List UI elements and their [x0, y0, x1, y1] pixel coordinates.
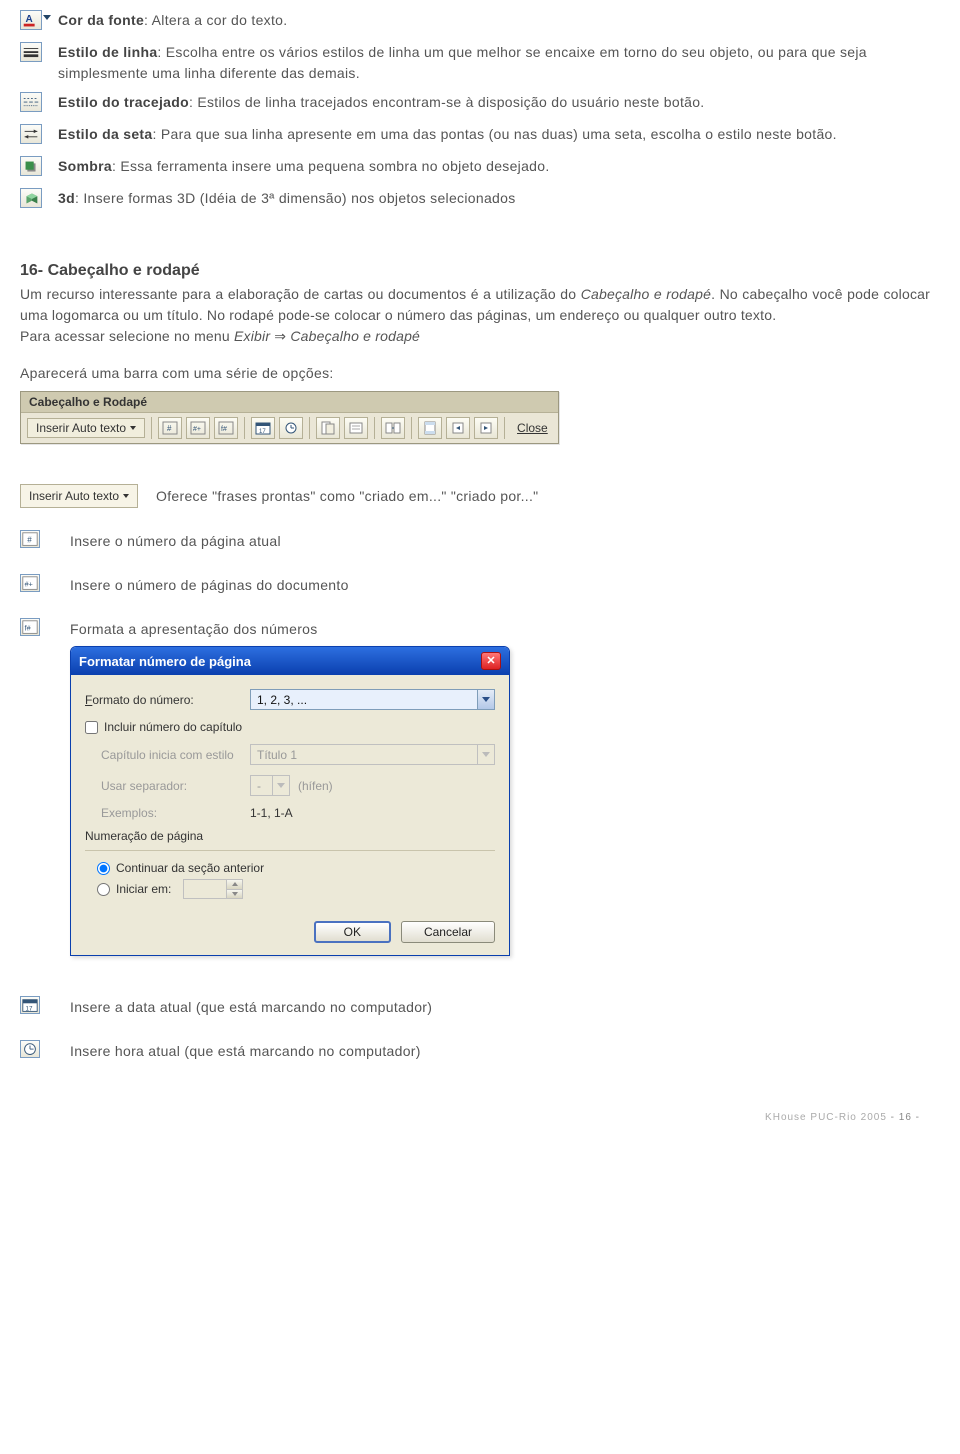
- show-hide-text-icon[interactable]: [344, 417, 368, 439]
- insert-page-number-icon[interactable]: #: [158, 417, 182, 439]
- page-setup-icon[interactable]: [316, 417, 340, 439]
- def-text: Sombra: Essa ferramenta insere uma peque…: [58, 156, 930, 177]
- show-previous-icon[interactable]: [446, 417, 470, 439]
- icon-desc: Insere o número da página atual: [70, 531, 930, 552]
- insert-date-icon[interactable]: 17: [251, 417, 275, 439]
- dialog-close-button[interactable]: ✕: [481, 652, 501, 670]
- svg-text:#+: #+: [25, 580, 33, 589]
- insert-autotext-button[interactable]: Inserir Auto texto: [20, 484, 138, 508]
- separator-combo: -: [250, 775, 290, 796]
- icon-desc: Insere hora atual (que está marcando no …: [70, 1041, 930, 1062]
- chapter-style-combo: Título 1: [250, 744, 495, 765]
- def-text: Estilo da seta: Para que sua linha apres…: [58, 124, 930, 145]
- cancel-button[interactable]: Cancelar: [401, 921, 495, 943]
- examples-label: Exemplos:: [85, 806, 250, 820]
- show-next-icon[interactable]: [474, 417, 498, 439]
- insert-time-icon[interactable]: [279, 417, 303, 439]
- icon-desc: Insere a data atual (que está marcando n…: [70, 997, 930, 1018]
- svg-text:#: #: [167, 424, 172, 433]
- same-as-previous-icon[interactable]: [381, 417, 405, 439]
- three-d-icon: [20, 188, 42, 208]
- icon-desc: Insere o número de páginas do documento: [70, 575, 930, 596]
- start-at-spinner[interactable]: [183, 879, 243, 899]
- examples-value: 1-1, 1-A: [250, 806, 293, 820]
- dialog-title: Formatar número de página: [79, 654, 251, 669]
- toolbar-close-button[interactable]: Close: [517, 421, 548, 435]
- autotext-description: Oferece "frases prontas" como "criado em…: [156, 486, 930, 507]
- def-text: Cor da fonte: Altera a cor do texto.: [58, 10, 930, 31]
- svg-text:17: 17: [259, 429, 266, 435]
- number-format-combo[interactable]: 1, 2, 3, ...: [250, 689, 495, 710]
- format-page-number-icon[interactable]: f#: [214, 417, 238, 439]
- header-footer-toolbar: Cabeçalho e Rodapé Inserir Auto texto # …: [20, 391, 559, 444]
- icon-desc: Formata a apresentação dos números: [70, 619, 930, 640]
- dash-style-icon: [20, 92, 42, 112]
- format-page-number-dialog: Formatar número de página ✕ Formato do n…: [70, 646, 510, 956]
- include-chapter-checkbox[interactable]: [85, 721, 98, 734]
- continue-section-radio[interactable]: [97, 862, 110, 875]
- insert-date-icon: 17: [20, 996, 40, 1014]
- svg-text:#: #: [27, 536, 32, 545]
- include-chapter-label: Incluir número do capítulo: [104, 720, 242, 734]
- svg-text:f#: f#: [25, 624, 31, 633]
- section-heading: 16- Cabeçalho e rodapé: [20, 262, 930, 280]
- svg-text:17: 17: [25, 1005, 32, 1012]
- separator-hint: (hífen): [298, 779, 333, 793]
- def-text: Estilo de linha: Escolha entre os vários…: [58, 42, 930, 84]
- format-page-number-icon: f#: [20, 618, 40, 636]
- page-footer: KHouse PUC-Rio 2005 - 16 -: [20, 1112, 930, 1123]
- svg-text:f#: f#: [221, 426, 227, 433]
- ok-button[interactable]: OK: [314, 921, 391, 943]
- continue-section-label: Continuar da seção anterior: [116, 861, 264, 875]
- insert-page-number-icon: #: [20, 530, 40, 548]
- svg-text:#+: #+: [193, 426, 201, 433]
- def-text: 3d: Insere formas 3D (Idéia de 3ª dimens…: [58, 188, 930, 209]
- start-at-label: Iniciar em:: [116, 882, 171, 896]
- switch-header-footer-icon[interactable]: [418, 417, 442, 439]
- start-at-radio[interactable]: [97, 883, 110, 896]
- section-paragraph: Um recurso interessante para a elaboraçã…: [20, 284, 930, 326]
- toolbar-title: Cabeçalho e Rodapé: [21, 392, 558, 413]
- insert-autotext-button[interactable]: Inserir Auto texto: [27, 418, 145, 438]
- separator-label: Usar separador:: [85, 779, 250, 793]
- appear-label: Aparecerá uma barra com uma série de opç…: [20, 365, 930, 381]
- section-paragraph: Para acessar selecione no menu Exibir ⇒ …: [20, 326, 930, 347]
- svg-text:A: A: [26, 14, 33, 25]
- number-format-label: Formato do número:: [85, 693, 250, 707]
- insert-page-count-icon: #+: [20, 574, 40, 592]
- shadow-icon: [20, 156, 42, 176]
- font-color-icon: A: [20, 10, 42, 30]
- insert-page-count-icon[interactable]: #+: [186, 417, 210, 439]
- chapter-starts-label: Capítulo inicia com estilo: [85, 748, 250, 762]
- page-numbering-group-label: Numeração de página: [85, 829, 203, 843]
- def-text: Estilo do tracejado: Estilos de linha tr…: [58, 92, 930, 113]
- insert-time-icon: [20, 1040, 40, 1058]
- arrow-style-icon: [20, 124, 42, 144]
- line-style-icon: [20, 42, 42, 62]
